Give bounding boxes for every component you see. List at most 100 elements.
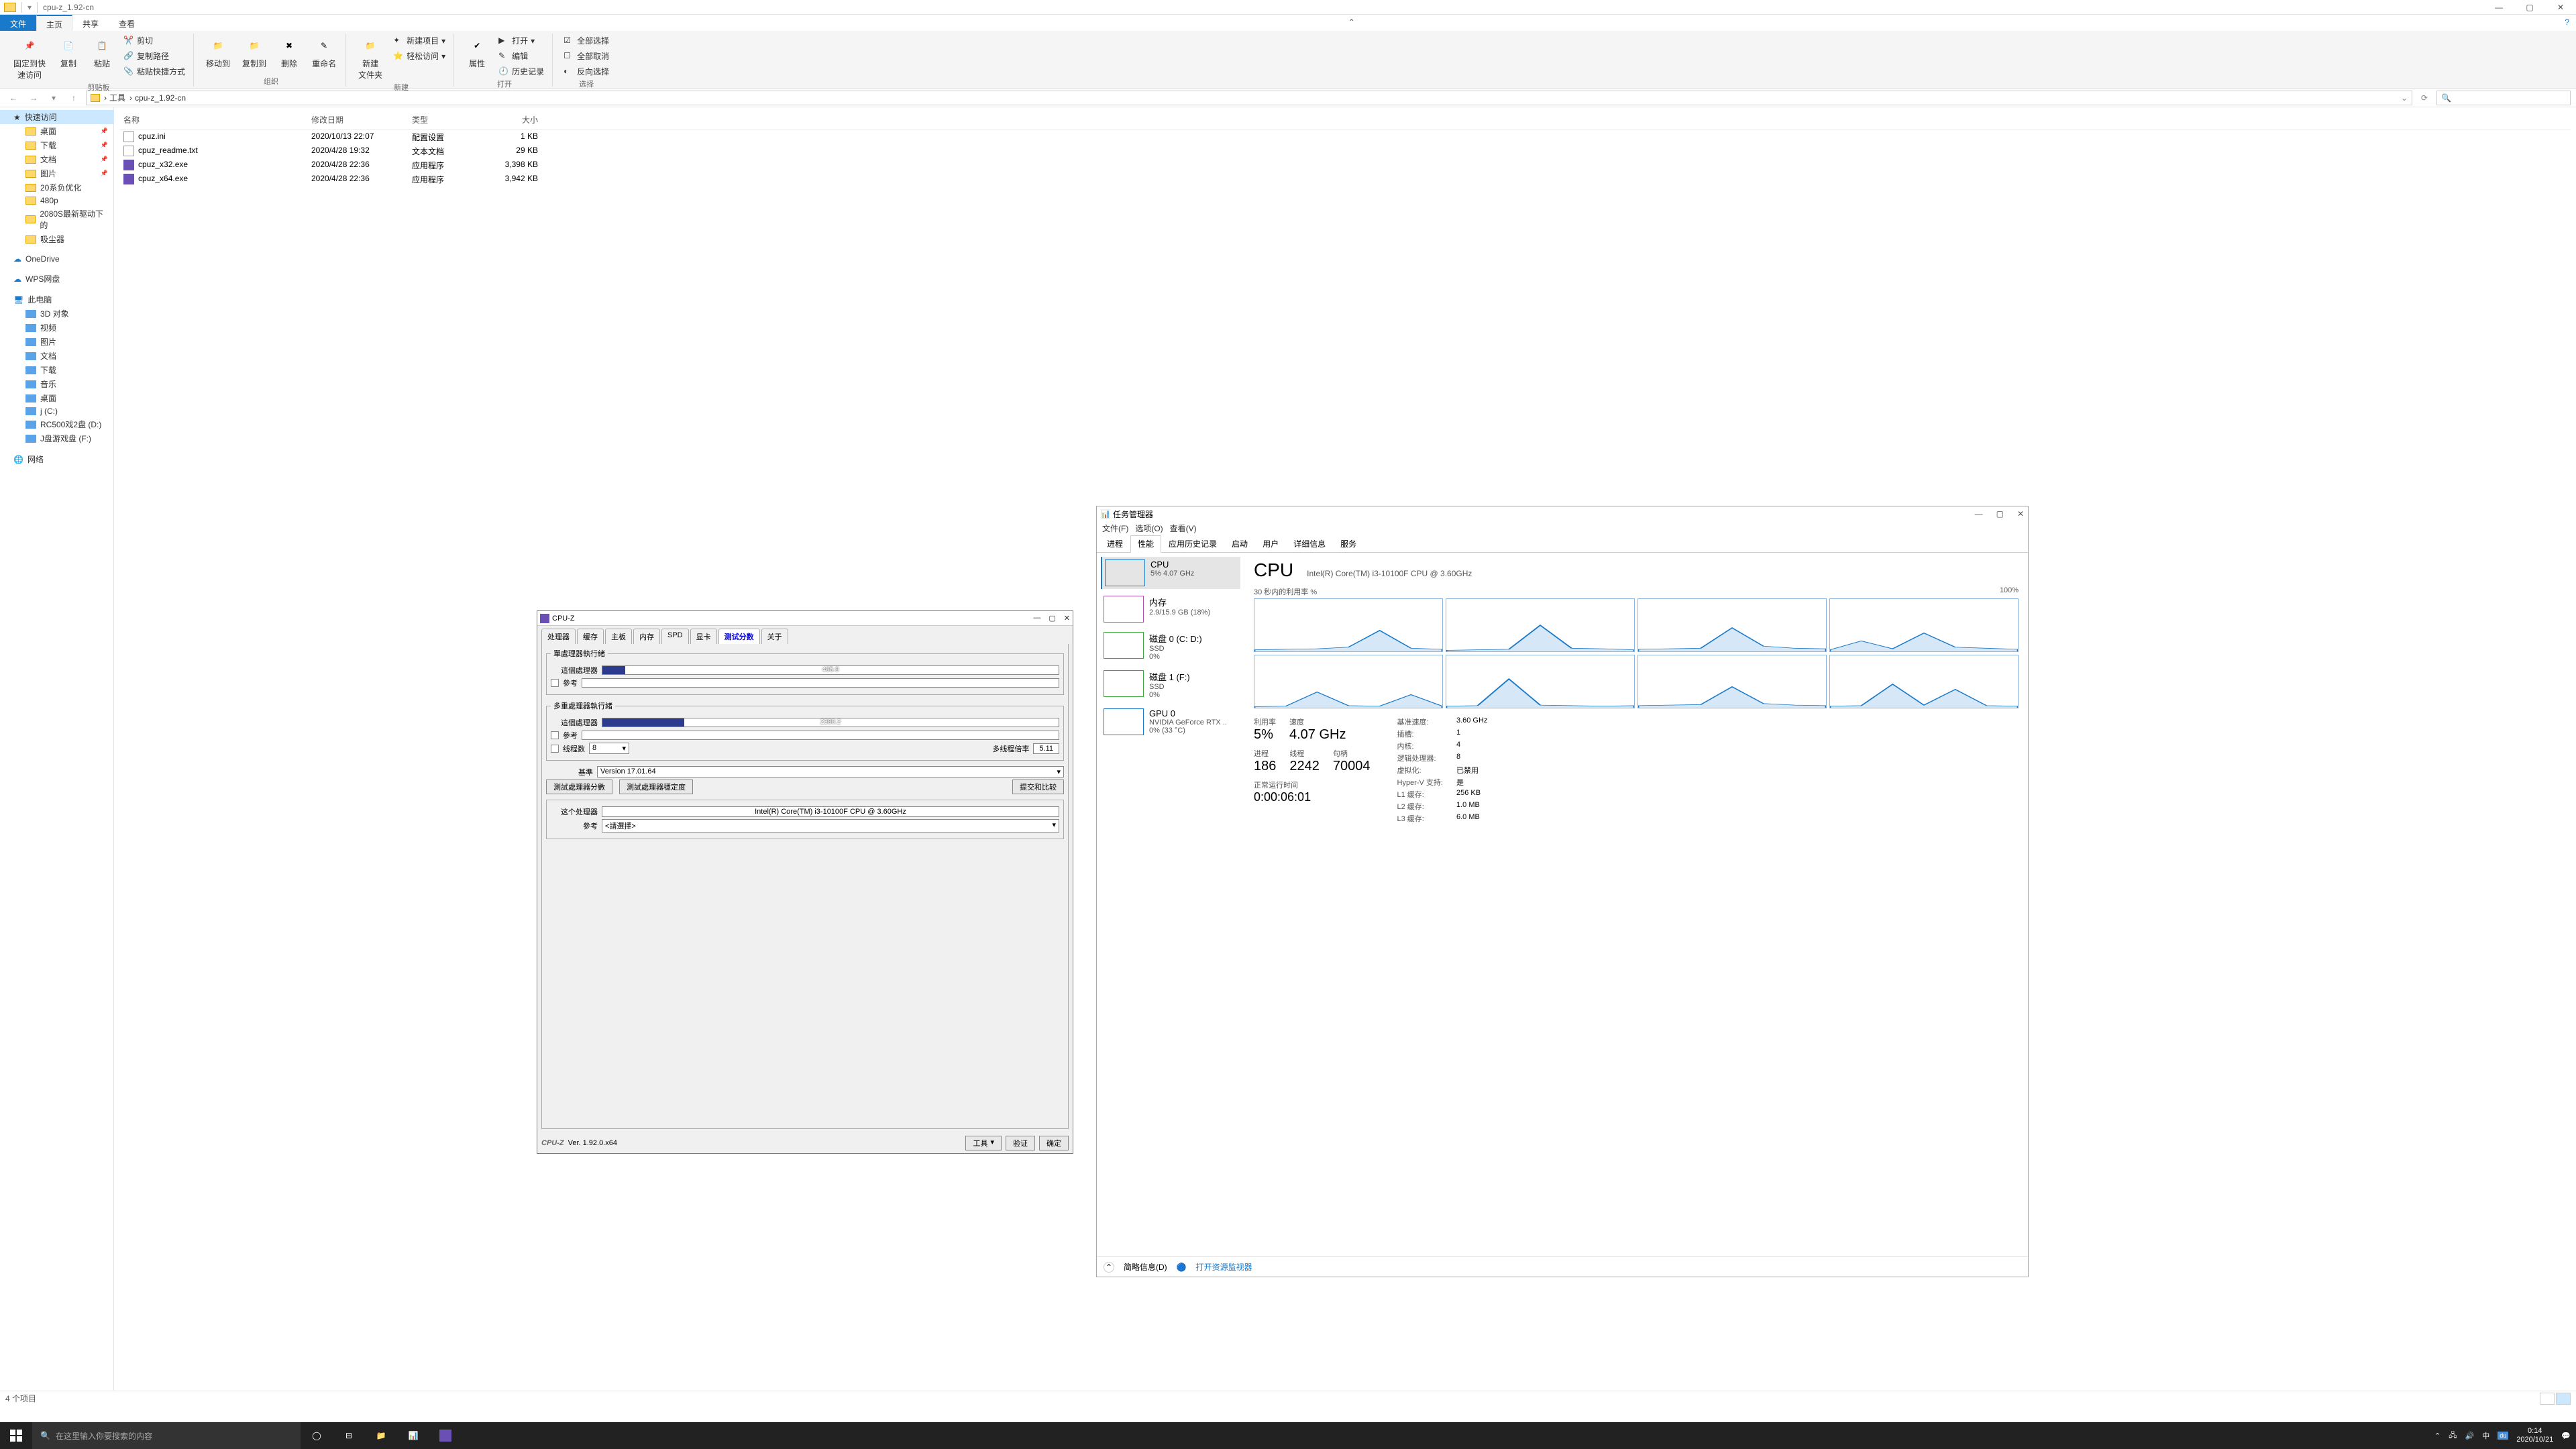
tab-home[interactable]: 主页 bbox=[36, 15, 72, 31]
nav-quick-item[interactable]: 吸尘器 bbox=[0, 232, 113, 246]
tm-tab[interactable]: 用户 bbox=[1255, 535, 1286, 552]
collapse-icon[interactable]: ⌃ bbox=[1104, 1262, 1114, 1273]
search-input[interactable]: 🔍 bbox=[2436, 91, 2571, 105]
cpuz-tab[interactable]: 显卡 bbox=[690, 629, 717, 644]
tm-menu-file[interactable]: 文件(F) bbox=[1102, 523, 1128, 534]
col-type[interactable]: 类型 bbox=[408, 113, 488, 127]
threads-select[interactable]: 8▾ bbox=[589, 743, 629, 754]
benchmark-version-select[interactable]: Version 17.01.64▾ bbox=[597, 766, 1064, 777]
breadcrumb-dropdown-icon[interactable]: ⌄ bbox=[2401, 93, 2408, 103]
nav-pc-item[interactable]: J盘游戏盘 (F:) bbox=[0, 431, 113, 445]
icons-view-button[interactable] bbox=[2556, 1393, 2571, 1405]
ribbon-help-icon[interactable]: ? bbox=[2558, 15, 2576, 31]
cpuz-tab[interactable]: SPD bbox=[661, 629, 689, 644]
threads-checkbox[interactable] bbox=[551, 745, 559, 753]
nav-onedrive[interactable]: ☁OneDrive bbox=[0, 253, 113, 265]
validate-button[interactable]: 验证 bbox=[1006, 1136, 1035, 1150]
minimize-button[interactable]: — bbox=[2483, 0, 2514, 15]
nav-quick-item[interactable]: 图片📌 bbox=[0, 166, 113, 180]
tm-menu-options[interactable]: 选项(O) bbox=[1135, 523, 1163, 534]
action-center-icon[interactable]: 💬 bbox=[2561, 1432, 2571, 1440]
nav-pc-item[interactable]: 音乐 bbox=[0, 377, 113, 391]
tm-side-cpu[interactable]: CPU5% 4.07 GHz bbox=[1101, 557, 1240, 589]
tab-view[interactable]: 查看 bbox=[109, 15, 145, 31]
ok-button[interactable]: 确定 bbox=[1039, 1136, 1069, 1150]
tm-tab[interactable]: 详细信息 bbox=[1286, 535, 1333, 552]
nav-quick-item[interactable]: 下载📌 bbox=[0, 138, 113, 152]
history-button[interactable]: 🕘历史记录 bbox=[496, 64, 547, 78]
nav-pc-item[interactable]: 图片 bbox=[0, 335, 113, 349]
back-button[interactable]: ← bbox=[5, 90, 21, 106]
tm-side-disk0[interactable]: 磁盘 0 (C: D:)SSD0% bbox=[1101, 629, 1240, 663]
network-icon[interactable]: 🖧 bbox=[2449, 1430, 2457, 1442]
copy-path-button[interactable]: 🔗复制路径 bbox=[121, 49, 188, 63]
nav-quick-item[interactable]: 桌面📌 bbox=[0, 124, 113, 138]
nav-pc-item[interactable]: 桌面 bbox=[0, 391, 113, 405]
details-view-button[interactable] bbox=[2540, 1393, 2555, 1405]
taskmgr-taskbar-button[interactable]: 📊 bbox=[397, 1422, 429, 1449]
copy-button[interactable]: 📄复制 bbox=[54, 34, 83, 70]
file-row[interactable]: cpuz.ini2020/10/13 22:07配置设置1 KB bbox=[119, 130, 2571, 144]
cpuz-tab[interactable]: 处理器 bbox=[541, 629, 576, 644]
invert-selection-button[interactable]: ◐反向选择 bbox=[561, 64, 612, 78]
new-item-button[interactable]: ✦新建项目 ▾ bbox=[390, 34, 448, 48]
qat-dropdown-icon[interactable]: ▾ bbox=[28, 3, 32, 12]
bench-cpu-button[interactable]: 測試處理器分數 bbox=[546, 780, 612, 794]
nav-pc-item[interactable]: 文档 bbox=[0, 349, 113, 363]
tm-tab[interactable]: 启动 bbox=[1224, 535, 1255, 552]
app-tray-icon[interactable]: du bbox=[2498, 1432, 2508, 1440]
nav-pc-item[interactable]: 下载 bbox=[0, 363, 113, 377]
ime-icon[interactable]: 中 bbox=[2482, 1430, 2489, 1441]
nav-pc-item[interactable]: j (C:) bbox=[0, 405, 113, 417]
cpuz-tab[interactable]: 内存 bbox=[633, 629, 660, 644]
refresh-button[interactable]: ⟳ bbox=[2416, 90, 2432, 106]
ribbon-collapse-icon[interactable]: ⌃ bbox=[1342, 15, 1362, 31]
paste-shortcut-button[interactable]: 📎粘贴快捷方式 bbox=[121, 64, 188, 78]
volume-icon[interactable]: 🔊 bbox=[2465, 1432, 2475, 1440]
new-folder-button[interactable]: 📁新建 文件夹 bbox=[354, 34, 386, 82]
explorer-taskbar-button[interactable]: 📁 bbox=[365, 1422, 397, 1449]
nav-quick-item[interactable]: 480p bbox=[0, 195, 113, 207]
cut-button[interactable]: ✂️剪切 bbox=[121, 34, 188, 48]
maximize-button[interactable]: ▢ bbox=[2514, 0, 2545, 15]
select-none-button[interactable]: ☐全部取消 bbox=[561, 49, 612, 63]
tm-tab[interactable]: 应用历史记录 bbox=[1161, 535, 1224, 552]
cpuz-minimize-button[interactable]: — bbox=[1033, 614, 1040, 623]
tm-side-mem[interactable]: 内存2.9/15.9 GB (18%) bbox=[1101, 593, 1240, 625]
copy-to-button[interactable]: 📁复制到 bbox=[238, 34, 270, 70]
nav-pc-item[interactable]: 3D 对象 bbox=[0, 307, 113, 321]
pin-to-quick-button[interactable]: 📌固定到快 速访问 bbox=[9, 34, 50, 82]
tab-share[interactable]: 共享 bbox=[72, 15, 109, 31]
col-name[interactable]: 名称 bbox=[119, 113, 307, 127]
rename-button[interactable]: ✎重命名 bbox=[308, 34, 340, 70]
nav-quick-item[interactable]: 2080S最新驱动下的 bbox=[0, 207, 113, 232]
tm-tab[interactable]: 性能 bbox=[1130, 535, 1161, 553]
cpuz-tab[interactable]: 测试分数 bbox=[718, 629, 760, 644]
nav-quick-item[interactable]: 文档📌 bbox=[0, 152, 113, 166]
easy-access-button[interactable]: ⭐轻松访问 ▾ bbox=[390, 49, 448, 63]
task-view-button[interactable]: ◯ bbox=[301, 1422, 333, 1449]
file-row[interactable]: cpuz_x32.exe2020/4/28 22:36应用程序3,398 KB bbox=[119, 158, 2571, 172]
open-button[interactable]: ▶打开 ▾ bbox=[496, 34, 547, 48]
nav-pc-item[interactable]: 视频 bbox=[0, 321, 113, 335]
move-to-button[interactable]: 📁移动到 bbox=[202, 34, 234, 70]
breadcrumb[interactable]: › 工具 › cpu-z_1.92-cn ⌄ bbox=[86, 91, 2412, 105]
fewer-details-link[interactable]: 简略信息(D) bbox=[1124, 1261, 1167, 1273]
tm-side-disk1[interactable]: 磁盘 1 (F:)SSD0% bbox=[1101, 667, 1240, 702]
forward-button[interactable]: → bbox=[25, 90, 42, 106]
cpuz-maximize-button[interactable]: ▢ bbox=[1049, 614, 1055, 623]
tm-tab[interactable]: 服务 bbox=[1333, 535, 1364, 552]
cpuz-close-button[interactable]: ✕ bbox=[1064, 614, 1070, 623]
nav-quick-item[interactable]: 20系负优化 bbox=[0, 180, 113, 195]
single-ref-checkbox[interactable] bbox=[551, 679, 559, 687]
tools-button[interactable]: 工具▾ bbox=[965, 1136, 1002, 1150]
tm-side-gpu[interactable]: GPU 0NVIDIA GeForce RTX ..0% (33 °C) bbox=[1101, 706, 1240, 738]
file-row[interactable]: cpuz_x64.exe2020/4/28 22:36应用程序3,942 KB bbox=[119, 172, 2571, 186]
properties-button[interactable]: ✔属性 bbox=[462, 34, 492, 70]
delete-button[interactable]: ✖删除 bbox=[274, 34, 304, 70]
reference-select[interactable]: <請選擇>▾ bbox=[602, 819, 1059, 833]
col-date[interactable]: 修改日期 bbox=[307, 113, 408, 127]
nav-pc-item[interactable]: RC500戏2盘 (D:) bbox=[0, 417, 113, 431]
recent-dropdown[interactable]: ▾ bbox=[46, 90, 62, 106]
col-size[interactable]: 大小 bbox=[488, 113, 542, 127]
